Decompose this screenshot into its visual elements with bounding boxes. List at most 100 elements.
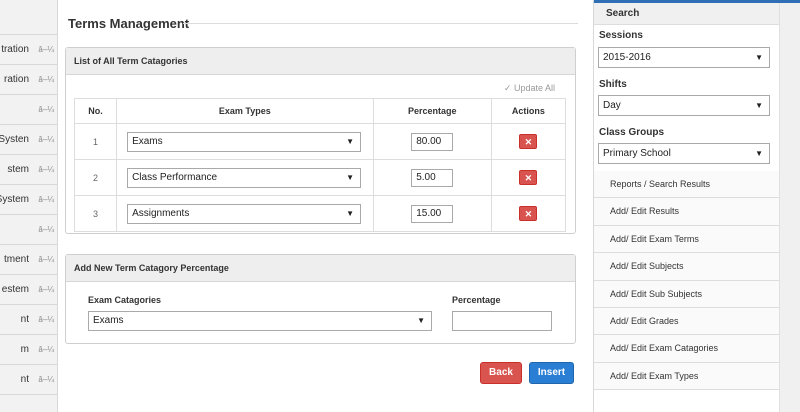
left-sidebar-item-label: stem [7,164,29,175]
caret-down-icon: ▼ [755,101,763,110]
sessions-value: 2015-2016 [603,52,651,63]
class-groups-value: Primary School [603,148,671,159]
sidebar-links: Reports / Search Results Add/ Edit Resul… [594,171,780,391]
caret-down-icon: ▼ [755,53,763,62]
row-number: 1 [73,123,118,160]
left-sidebar-item-label: ration [3,74,29,85]
left-sidebar-item[interactable]: â–¼ [0,215,57,245]
actions-cell: ✕ [490,195,567,232]
exam-type-value: Assignments [132,207,190,219]
actions-cell: ✕ [490,159,567,196]
term-categories-panel: List of All Term Catagories ✓ Update All… [65,47,576,234]
left-sidebar-item-label: nt [20,314,29,325]
row-number: 3 [73,195,118,232]
exam-type-value: Class Performance [132,171,218,183]
exam-type-select[interactable]: Exams ▼ [127,131,362,152]
left-sidebar-item[interactable]: ration â–¼ [0,65,57,95]
chevron-down-icon: â–¼ [38,225,54,234]
percentage-cell: 5.00 [372,159,492,196]
caret-down-icon: ▼ [417,316,425,325]
left-sidebar-item[interactable]: System â–¼ [0,185,57,215]
exam-type-select[interactable]: Assignments ▼ [127,203,362,224]
sidebar-link-exam-terms[interactable]: Add/ Edit Exam Terms [594,225,780,254]
back-button[interactable]: Back [480,362,522,384]
column-header-actions: Actions [490,98,567,124]
class-groups-label: Class Groups [599,127,665,138]
sidebar-link-reports[interactable]: Reports / Search Results [594,171,780,199]
chevron-down-icon: â–¼ [38,315,54,324]
main-content: Terms Management List of All Term Catago… [58,0,593,412]
chevron-down-icon: â–¼ [38,105,54,114]
update-all-link[interactable]: ✓ Update All [504,83,555,94]
shifts-value: Day [603,100,621,111]
sidebar-link-grades[interactable]: Add/ Edit Grades [594,307,780,336]
add-term-category-panel: Add New Term Catagory Percentage Exam Ca… [65,254,576,344]
shifts-label: Shifts [599,79,627,90]
exam-catagories-label: Exam Catagories [88,295,162,305]
left-sidebar: tration â–¼ ration â–¼ â–¼ ce Systen â–¼ st… [0,0,58,412]
caret-down-icon: ▼ [346,208,355,218]
left-sidebar-item-label: m [20,344,29,355]
left-sidebar-item[interactable]: nt â–¼ [0,305,57,335]
exam-catagories-select[interactable]: Exams ▼ [88,311,432,331]
chevron-down-icon: â–¼ [38,135,54,144]
percentage-input[interactable]: 80.00 [411,132,454,151]
delete-button[interactable]: ✕ [519,134,538,149]
left-sidebar-item[interactable]: tment â–¼ [0,245,57,275]
table-header-row: No. Exam Types Percentage Actions [73,98,567,124]
delete-button[interactable]: ✕ [519,206,538,221]
left-sidebar-item-label: estem [1,284,29,295]
title-divider [183,23,578,24]
term-categories-heading: List of All Term Catagories [66,48,575,75]
left-sidebar-item[interactable]: â–¼ [0,95,57,125]
sidebar-link-results[interactable]: Add/ Edit Results [594,198,780,226]
percentage-label: Percentage [452,295,501,305]
chevron-down-icon: â–¼ [38,375,54,384]
table-row: 1 Exams ▼ 80.00 ✕ [73,123,567,160]
chevron-down-icon: â–¼ [38,255,54,264]
insert-button[interactable]: Insert [529,362,574,384]
table-row: 3 Assignments ▼ 15.00 ✕ [73,195,567,232]
left-sidebar-item-label: tration [1,44,29,55]
left-sidebar-top [0,0,57,35]
class-groups-select[interactable]: Primary School ▼ [598,143,770,164]
left-sidebar-item[interactable]: estem â–¼ [0,275,57,305]
left-sidebar-item-label: System [0,194,29,205]
left-sidebar-item[interactable]: stem â–¼ [0,155,57,185]
row-number: 2 [73,159,118,196]
left-sidebar-item[interactable]: ce Systen â–¼ [0,125,57,155]
chevron-down-icon: â–¼ [38,195,54,204]
chevron-down-icon: â–¼ [38,165,54,174]
scrollbar[interactable] [779,3,800,412]
percentage-input[interactable]: 15.00 [411,204,454,223]
percentage-field[interactable] [452,311,552,331]
exam-type-cell: Exams ▼ [116,123,374,160]
sessions-label: Sessions [599,30,643,41]
term-categories-table: No. Exam Types Percentage Actions 1 Exam… [73,98,567,232]
exam-catagories-value: Exams [93,315,124,326]
chevron-down-icon: â–¼ [38,75,54,84]
column-header-exam-types: Exam Types [116,98,374,124]
chevron-down-icon: â–¼ [38,345,54,354]
sidebar-link-subjects[interactable]: Add/ Edit Subjects [594,253,780,281]
delete-button[interactable]: ✕ [519,170,538,185]
left-sidebar-item[interactable]: tration â–¼ [0,35,57,65]
sidebar-link-exam-types[interactable]: Add/ Edit Exam Types [594,362,780,391]
page-title: Terms Management [68,16,190,31]
left-sidebar-item-label: nt [20,374,29,385]
sidebar-link-exam-catagories[interactable]: Add/ Edit Exam Catagories [594,335,780,363]
left-sidebar-item[interactable]: nt â–¼ [0,365,57,395]
add-term-category-heading: Add New Term Catagory Percentage [66,255,575,282]
left-sidebar-item-label: ce Systen [0,134,29,145]
caret-down-icon: ▼ [755,149,763,158]
left-sidebar-item[interactable]: m â–¼ [0,335,57,365]
exam-type-cell: Assignments ▼ [116,195,374,232]
percentage-input[interactable]: 5.00 [411,168,454,187]
percentage-cell: 80.00 [372,123,492,160]
shifts-select[interactable]: Day ▼ [598,95,770,116]
chevron-down-icon: â–¼ [38,45,54,54]
caret-down-icon: ▼ [346,136,355,146]
sidebar-link-sub-subjects[interactable]: Add/ Edit Sub Subjects [594,280,780,308]
sessions-select[interactable]: 2015-2016 ▼ [598,47,770,68]
exam-type-select[interactable]: Class Performance ▼ [127,167,362,188]
